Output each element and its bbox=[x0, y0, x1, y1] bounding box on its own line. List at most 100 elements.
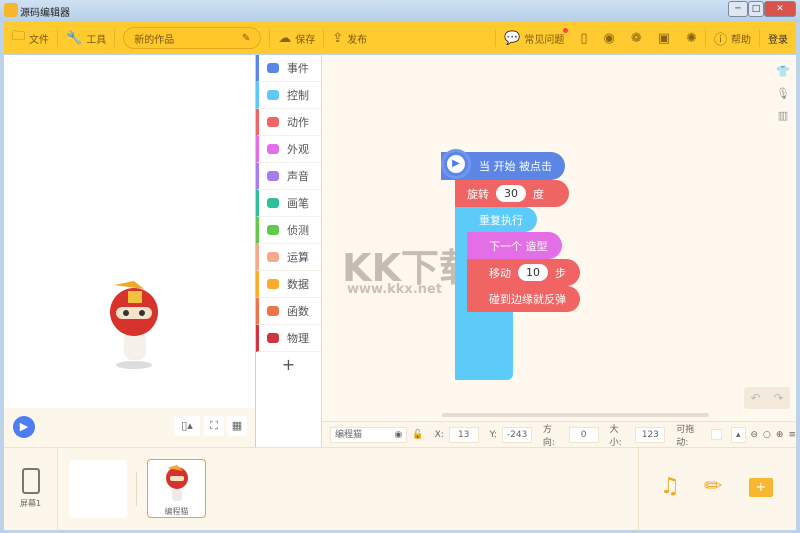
category-label: 事件 bbox=[287, 62, 309, 75]
fullscreen-icon[interactable]: ⛶ bbox=[204, 416, 224, 436]
block-label: 重复执行 bbox=[479, 213, 523, 227]
login-button[interactable]: 登录 bbox=[760, 22, 796, 54]
category-8[interactable]: 数据 bbox=[256, 271, 321, 298]
tablet-icon[interactable]: ▯ bbox=[572, 22, 595, 54]
run-button[interactable]: ▶ bbox=[13, 416, 35, 438]
sprite-panel: 屏幕1 编程猫 ♫ ✏ + bbox=[4, 447, 796, 531]
background-slot[interactable] bbox=[69, 460, 127, 518]
block-label: 下一个 造型 bbox=[489, 239, 548, 253]
category-7[interactable]: 运算 bbox=[256, 244, 321, 271]
script-area[interactable]: KK下载 www.kkx.net 重复执行 旋转 30 度 当 开始 被点击 ▶ 下… bbox=[322, 55, 796, 421]
y-input[interactable]: -243 bbox=[501, 426, 532, 443]
category-icon bbox=[267, 171, 279, 181]
undo-icon[interactable]: ↶ bbox=[750, 391, 760, 405]
minimize-button[interactable]: ─ bbox=[728, 1, 748, 17]
draggable-label: 可拖动: bbox=[676, 424, 695, 448]
next-costume-block[interactable]: 下一个 造型 bbox=[467, 232, 562, 259]
project-name-input[interactable]: 新的作品 ✎ bbox=[123, 27, 262, 49]
screen-item[interactable]: 屏幕1 bbox=[4, 448, 58, 531]
chart-icon[interactable]: ▥ bbox=[774, 107, 792, 125]
move-input[interactable]: 10 bbox=[518, 264, 548, 281]
grid-icon[interactable]: ▦ bbox=[227, 416, 247, 436]
circles-icon[interactable]: ❁ bbox=[623, 22, 650, 54]
rotate-input[interactable]: 30 bbox=[496, 185, 526, 202]
publish-button[interactable]: ⇪ 发布 bbox=[324, 22, 375, 54]
bounce-block[interactable]: 碰到边缘就反弹 bbox=[467, 286, 580, 312]
category-0[interactable]: 事件 bbox=[256, 55, 321, 82]
watermark-url: www.kkx.net bbox=[347, 282, 443, 297]
backpack-icon[interactable]: ▣ bbox=[650, 22, 678, 54]
chat-icon: 💬 bbox=[504, 30, 521, 46]
category-label: 侦测 bbox=[287, 224, 309, 237]
eye-icon[interactable]: ◉ bbox=[596, 22, 623, 54]
zoom-out-icon[interactable]: ⊖ bbox=[751, 430, 759, 440]
divider bbox=[136, 472, 137, 506]
menu-icon[interactable]: ≡ bbox=[788, 430, 796, 440]
shirt-icon[interactable]: 👕 bbox=[774, 63, 792, 81]
size-label: 大小: bbox=[609, 424, 622, 448]
microphone-icon[interactable]: 🎙 bbox=[774, 85, 792, 103]
category-2[interactable]: 动作 bbox=[256, 109, 321, 136]
help-label: 帮助 bbox=[731, 34, 751, 46]
settings-icon[interactable]: ✺ bbox=[678, 22, 705, 54]
draggable-checkbox[interactable] bbox=[710, 429, 722, 440]
notification-dot bbox=[563, 28, 569, 33]
maximize-button[interactable]: □ bbox=[748, 1, 764, 17]
publish-icon: ⇪ bbox=[332, 30, 344, 46]
category-icon bbox=[267, 225, 279, 235]
start-hat: ▶ bbox=[441, 149, 471, 179]
coding-cat-sprite[interactable] bbox=[104, 277, 164, 372]
zoom-in-icon[interactable]: ⊕ bbox=[776, 430, 784, 440]
divider bbox=[114, 29, 116, 47]
publish-label: 发布 bbox=[347, 34, 368, 46]
category-icon bbox=[267, 144, 279, 154]
eye-icon[interactable]: ◉ bbox=[394, 428, 402, 442]
category-6[interactable]: 侦测 bbox=[256, 217, 321, 244]
category-icon bbox=[267, 333, 279, 343]
x-input[interactable]: 13 bbox=[448, 426, 479, 443]
rotate-block[interactable]: 旋转 30 度 bbox=[455, 180, 569, 207]
category-4[interactable]: 声音 bbox=[256, 163, 321, 190]
lock-icon[interactable]: 🔓 bbox=[412, 430, 423, 440]
add-music-icon[interactable]: ♫ bbox=[660, 474, 680, 499]
sprite-name: 编程猫 bbox=[335, 429, 363, 440]
move-block[interactable]: 移动 10 步 bbox=[467, 259, 580, 286]
save-button[interactable]: ☁ 保存 bbox=[270, 22, 323, 54]
category-list: 事件控制 动作 外观声音画笔侦测运算 数据函数物理 + bbox=[256, 55, 322, 447]
collapse-icon[interactable]: ▴ bbox=[730, 426, 746, 443]
tools-label: 工具 bbox=[86, 34, 107, 46]
category-label: 物理 bbox=[287, 332, 309, 345]
tools-menu[interactable]: 🔧 工具 bbox=[58, 22, 114, 54]
project-name: 新的作品 bbox=[134, 34, 175, 46]
category-1[interactable]: 控制 bbox=[256, 82, 321, 109]
device-select[interactable]: ▯▴ bbox=[174, 416, 200, 436]
sprite-name-input[interactable]: 编程猫 ◉ bbox=[330, 426, 408, 443]
file-menu[interactable]: 🗀 文件 bbox=[4, 22, 57, 54]
category-5[interactable]: 画笔 bbox=[256, 190, 321, 217]
cloud-upload-icon: ☁ bbox=[278, 30, 292, 46]
x-label: X: bbox=[434, 429, 444, 440]
category-icon bbox=[267, 252, 279, 262]
close-button[interactable]: ✕ bbox=[764, 1, 796, 17]
category-icon bbox=[267, 117, 279, 127]
sprite-item-selected[interactable]: 编程猫 bbox=[147, 459, 206, 518]
direction-input[interactable]: 0 bbox=[568, 426, 599, 443]
horizontal-scrollbar[interactable] bbox=[442, 413, 709, 417]
add-category-button[interactable]: + bbox=[256, 352, 321, 374]
title-bar: 源码编辑器 ─ □ ✕ bbox=[0, 0, 800, 22]
add-folder-icon[interactable]: + bbox=[749, 478, 773, 497]
redo-icon[interactable]: ↷ bbox=[773, 391, 783, 405]
zoom-reset-icon[interactable]: ○ bbox=[763, 430, 771, 440]
category-label: 声音 bbox=[287, 170, 309, 183]
category-10[interactable]: 物理 bbox=[256, 325, 321, 352]
block-label: 度 bbox=[533, 187, 544, 201]
paint-pencil-icon[interactable]: ✏ bbox=[704, 474, 722, 499]
size-input[interactable]: 123 bbox=[635, 426, 666, 443]
category-9[interactable]: 函数 bbox=[256, 298, 321, 325]
faq-button[interactable]: 💬 常见问题 bbox=[496, 22, 572, 54]
repeat-forever-block[interactable]: 重复执行 bbox=[455, 207, 537, 232]
category-label: 函数 bbox=[287, 305, 309, 318]
help-button[interactable]: ⓘ 帮助 bbox=[706, 22, 759, 54]
stage[interactable] bbox=[4, 55, 255, 408]
category-3[interactable]: 外观 bbox=[256, 136, 321, 163]
